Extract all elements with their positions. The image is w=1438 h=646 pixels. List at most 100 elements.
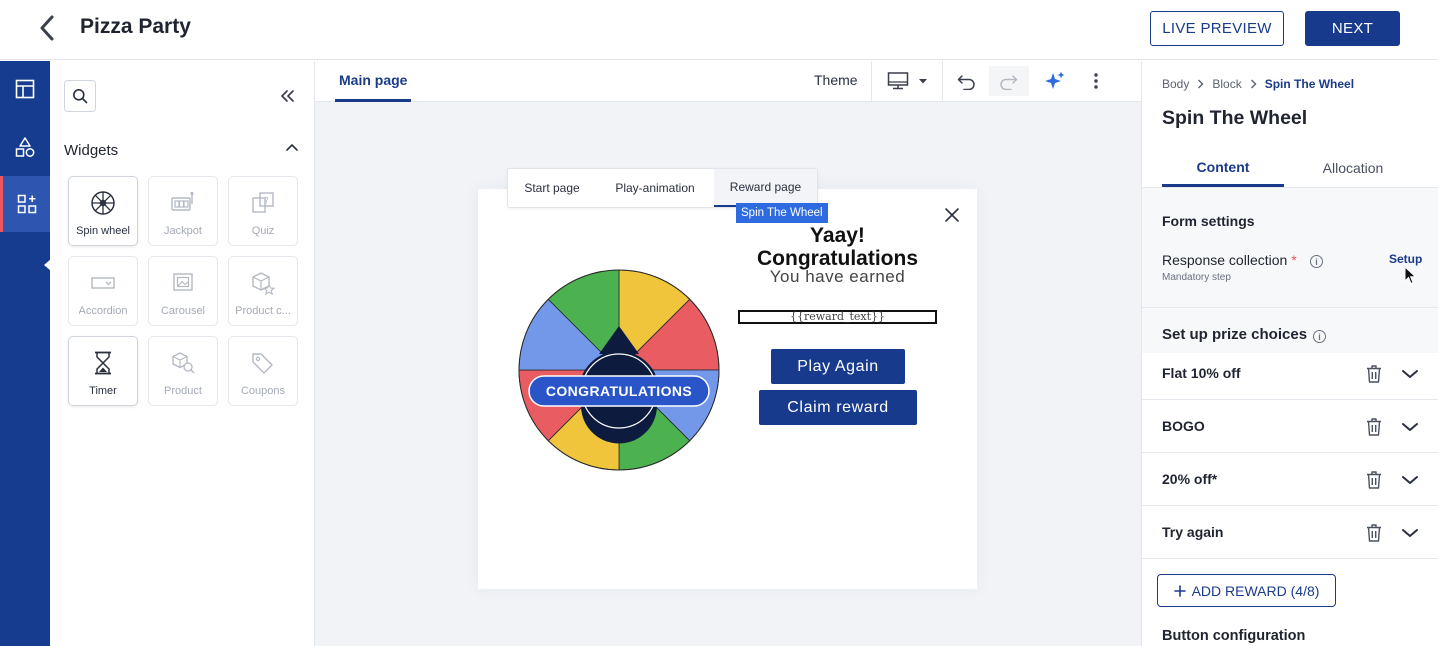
prize-name: BOGO bbox=[1162, 418, 1205, 434]
trash-icon[interactable] bbox=[1365, 417, 1383, 437]
more-options-button[interactable] bbox=[1088, 68, 1104, 94]
breadcrumb-item-current: Spin The Wheel bbox=[1264, 77, 1355, 91]
claim-reward-button[interactable]: Claim reward bbox=[759, 390, 917, 425]
redo-button[interactable] bbox=[989, 66, 1029, 96]
widgets-grid-icon bbox=[17, 194, 36, 214]
breadcrumb-item-block[interactable]: Block bbox=[1212, 77, 1241, 91]
widget-tile-label: Accordion bbox=[78, 305, 128, 317]
reward-text-field[interactable]: {{reward_text}} bbox=[738, 310, 937, 324]
prize-name: Try again bbox=[1162, 524, 1224, 540]
trash-icon[interactable] bbox=[1365, 364, 1383, 384]
product-search-icon bbox=[169, 349, 197, 377]
button-configuration-heading: Button configuration bbox=[1162, 628, 1306, 644]
widgets-panel: Widgets Spin wheel Jackpot ? Quiz Accord… bbox=[50, 61, 315, 646]
chevron-left-icon bbox=[40, 15, 54, 41]
tab-allocation[interactable]: Allocation bbox=[1292, 149, 1414, 187]
prize-row[interactable]: 20% off* bbox=[1142, 454, 1438, 506]
svg-text:?: ? bbox=[264, 197, 269, 207]
tab-content[interactable]: Content bbox=[1162, 149, 1284, 187]
widget-tile-label: Carousel bbox=[160, 305, 206, 317]
product-cube-icon bbox=[249, 269, 277, 297]
mandatory-step-note: Mandatory step bbox=[1162, 272, 1231, 283]
widget-tile-jackpot[interactable]: Jackpot bbox=[148, 176, 218, 246]
response-collection-text: Response collection bbox=[1162, 252, 1288, 268]
desktop-icon bbox=[887, 72, 909, 90]
play-again-button[interactable]: Play Again bbox=[771, 349, 905, 384]
chevron-down-icon[interactable] bbox=[1400, 472, 1420, 488]
page-tab-start[interactable]: Start page bbox=[508, 169, 596, 207]
properties-title: Spin The Wheel bbox=[1162, 107, 1308, 129]
rail-item-elements[interactable] bbox=[0, 119, 50, 175]
rail-item-layout[interactable] bbox=[0, 61, 50, 117]
widget-tile-label: Product bbox=[164, 385, 202, 397]
setup-link[interactable]: Setup bbox=[1389, 252, 1422, 266]
widget-tile-label: Spin wheel bbox=[76, 225, 130, 237]
carousel-icon bbox=[169, 269, 197, 297]
reward-heading-line1: Yaay! bbox=[810, 224, 865, 247]
add-reward-button[interactable]: ADD REWARD (4/8) bbox=[1157, 574, 1336, 607]
undo-button[interactable] bbox=[954, 68, 978, 94]
widget-tile-label: Jackpot bbox=[164, 225, 202, 237]
widget-tile-carousel[interactable]: Carousel bbox=[148, 256, 218, 326]
prize-name: Flat 10% off bbox=[1162, 365, 1241, 381]
double-chevron-left-icon bbox=[281, 90, 294, 102]
live-preview-button[interactable]: LIVE PREVIEW bbox=[1150, 11, 1284, 46]
canvas-toolbar: Main page Theme bbox=[315, 61, 1141, 102]
breadcrumb-item-body[interactable]: Body bbox=[1162, 77, 1189, 91]
widget-tile-accordion[interactable]: Accordion bbox=[68, 256, 138, 326]
widget-tile-label: Timer bbox=[89, 385, 117, 397]
widget-tile-product[interactable]: Product bbox=[148, 336, 218, 406]
hourglass-icon bbox=[89, 349, 117, 377]
prize-row[interactable]: Flat 10% off bbox=[1142, 348, 1438, 400]
chevron-down-icon[interactable] bbox=[1400, 366, 1420, 382]
chevron-up-icon[interactable] bbox=[284, 139, 300, 155]
ai-assist-button[interactable] bbox=[1042, 68, 1068, 94]
selected-block-badge: Spin The Wheel bbox=[736, 203, 828, 223]
chevron-right-icon bbox=[1250, 79, 1257, 89]
response-collection-label: Response collection * bbox=[1162, 252, 1297, 268]
reward-subheading: You have earned bbox=[769, 267, 906, 286]
widget-tile-coupons[interactable]: Coupons bbox=[228, 336, 298, 406]
next-button[interactable]: NEXT bbox=[1305, 11, 1400, 46]
widget-search-button[interactable] bbox=[64, 80, 96, 112]
shapes-icon bbox=[15, 137, 35, 157]
form-settings-section bbox=[1142, 188, 1438, 307]
search-icon bbox=[73, 89, 88, 104]
collapse-panel-button[interactable] bbox=[277, 86, 297, 106]
chevron-right-icon bbox=[1198, 79, 1204, 89]
widget-tile-spin-wheel[interactable]: Spin wheel bbox=[68, 176, 138, 246]
info-icon[interactable]: i bbox=[1310, 255, 1323, 268]
back-button[interactable] bbox=[36, 14, 58, 42]
redo-icon bbox=[1000, 75, 1018, 90]
prize-row[interactable]: Try again bbox=[1142, 507, 1438, 559]
more-vertical-icon bbox=[1094, 73, 1098, 89]
close-icon[interactable] bbox=[943, 206, 961, 224]
prize-row[interactable]: BOGO bbox=[1142, 401, 1438, 453]
chevron-down-icon[interactable] bbox=[1400, 525, 1420, 541]
page-tab-reward[interactable]: Reward page bbox=[714, 169, 817, 207]
chevron-down-icon[interactable] bbox=[1400, 419, 1420, 435]
rail-item-widgets[interactable] bbox=[0, 176, 50, 232]
breadcrumb: Body Block Spin The Wheel bbox=[1162, 77, 1354, 91]
caret-down-icon bbox=[919, 79, 927, 84]
info-icon[interactable]: i bbox=[1313, 330, 1326, 343]
widget-tile-quiz[interactable]: ? Quiz bbox=[228, 176, 298, 246]
editor-canvas: Main page Theme Start page Play-animatio… bbox=[315, 61, 1141, 646]
trash-icon[interactable] bbox=[1365, 523, 1383, 543]
device-selector[interactable] bbox=[885, 68, 931, 94]
trash-icon[interactable] bbox=[1365, 470, 1383, 490]
widget-tile-product-card[interactable]: Product c... bbox=[228, 256, 298, 326]
spin-wheel-graphic[interactable]: CONGRATULATIONS bbox=[515, 266, 723, 474]
prize-name: 20% off* bbox=[1162, 471, 1218, 487]
accordion-icon bbox=[89, 269, 117, 297]
theme-button[interactable]: Theme bbox=[814, 72, 858, 88]
tab-main-page[interactable]: Main page bbox=[335, 61, 412, 102]
page-switcher: Start page Play-animation Reward page bbox=[507, 168, 818, 208]
page-tab-play-animation[interactable]: Play-animation bbox=[596, 169, 714, 207]
widget-tile-timer[interactable]: Timer bbox=[68, 336, 138, 406]
sparkle-icon bbox=[1045, 71, 1065, 89]
left-icon-rail bbox=[0, 61, 51, 646]
prize-choices-heading: Set up prize choices bbox=[1162, 326, 1308, 343]
widget-tile-label: Quiz bbox=[251, 225, 275, 237]
quiz-icon: ? bbox=[249, 189, 277, 217]
